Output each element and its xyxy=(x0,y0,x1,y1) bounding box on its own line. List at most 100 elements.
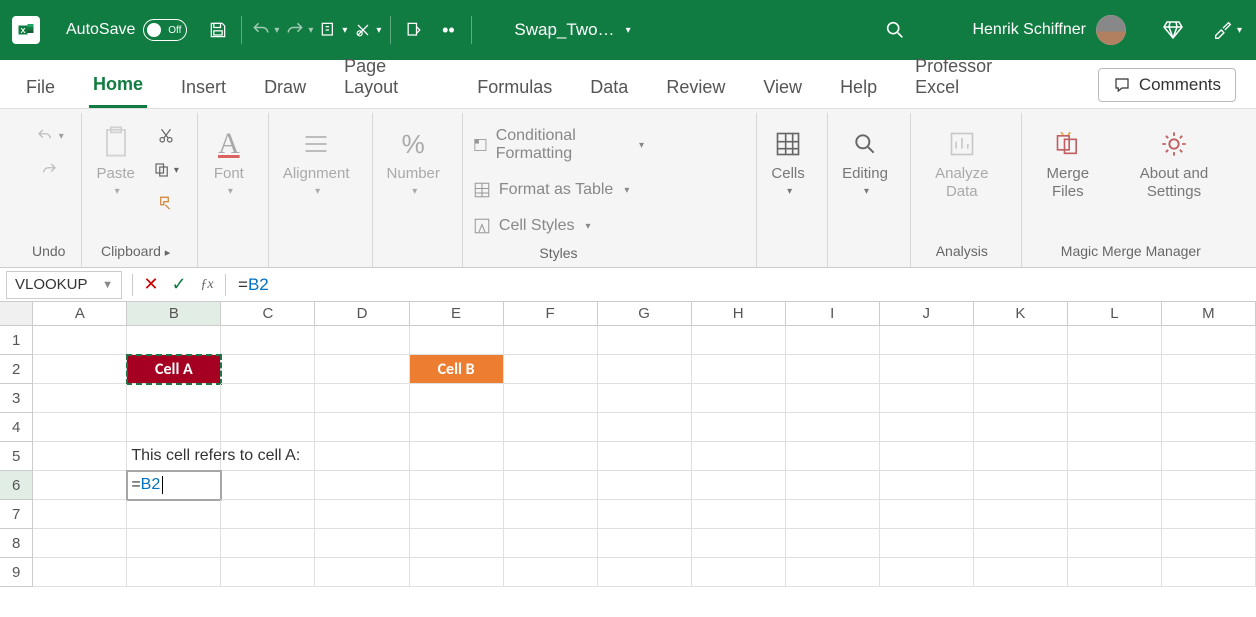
cell[interactable] xyxy=(1068,413,1162,442)
conditional-formatting-button[interactable]: Conditional Formatting▾ xyxy=(471,123,646,167)
cell[interactable] xyxy=(410,413,504,442)
cell[interactable] xyxy=(33,384,127,413)
cell[interactable] xyxy=(692,355,786,384)
autosave-toggle[interactable]: AutoSave Off xyxy=(66,19,187,41)
cell[interactable] xyxy=(1162,355,1256,384)
formula-input[interactable]: =B2 xyxy=(230,271,1256,299)
about-settings-button[interactable]: About and Settings xyxy=(1116,123,1232,205)
cell[interactable] xyxy=(786,413,880,442)
cells-button[interactable]: Cells ▾ xyxy=(765,123,811,201)
cell[interactable] xyxy=(880,326,974,355)
cell[interactable] xyxy=(880,558,974,587)
cell[interactable] xyxy=(410,529,504,558)
chevron-down-icon[interactable]: ▼ xyxy=(102,279,113,291)
cell[interactable] xyxy=(127,413,221,442)
col-header-g[interactable]: G xyxy=(598,302,692,326)
user-account[interactable]: Henrik Schiffner xyxy=(972,15,1126,45)
cell[interactable] xyxy=(880,500,974,529)
diamond-icon[interactable] xyxy=(1156,13,1190,47)
col-header-e[interactable]: E xyxy=(410,302,504,326)
cell[interactable] xyxy=(692,413,786,442)
comments-button[interactable]: Comments xyxy=(1098,68,1236,102)
cell[interactable] xyxy=(692,326,786,355)
cell[interactable] xyxy=(880,355,974,384)
cell[interactable] xyxy=(1162,529,1256,558)
cell[interactable] xyxy=(33,413,127,442)
cell[interactable] xyxy=(974,326,1068,355)
undo-ribbon-button[interactable]: ▾ xyxy=(34,123,64,149)
cell[interactable] xyxy=(598,355,692,384)
cell[interactable] xyxy=(315,442,409,471)
cell[interactable] xyxy=(33,558,127,587)
cell[interactable] xyxy=(598,326,692,355)
cell[interactable] xyxy=(410,500,504,529)
cell[interactable] xyxy=(504,442,598,471)
col-header-c[interactable]: C xyxy=(221,302,315,326)
cell[interactable] xyxy=(504,384,598,413)
cell[interactable] xyxy=(315,384,409,413)
tab-data[interactable]: Data xyxy=(586,67,632,108)
cell[interactable] xyxy=(221,442,315,471)
tab-page-layout[interactable]: Page Layout xyxy=(340,46,443,108)
redo-ribbon-button[interactable] xyxy=(34,157,64,183)
row-header-8[interactable]: 8 xyxy=(0,529,33,558)
cell[interactable] xyxy=(504,558,598,587)
qat-item-1[interactable]: ▾ xyxy=(316,13,350,47)
cell[interactable] xyxy=(33,529,127,558)
cell[interactable] xyxy=(692,471,786,500)
cell[interactable] xyxy=(880,384,974,413)
name-box[interactable]: VLOOKUP ▼ xyxy=(6,271,122,299)
tab-file[interactable]: File xyxy=(22,67,59,108)
cell[interactable] xyxy=(127,529,221,558)
cell[interactable] xyxy=(504,471,598,500)
cell-e2[interactable]: Cell B xyxy=(410,355,504,384)
cell[interactable] xyxy=(127,326,221,355)
row-header-6[interactable]: 6 xyxy=(0,471,33,500)
row-header-9[interactable]: 9 xyxy=(0,558,33,587)
row-header-5[interactable]: 5 xyxy=(0,442,33,471)
editing-button[interactable]: Editing ▾ xyxy=(836,123,894,201)
cell[interactable] xyxy=(786,442,880,471)
cell[interactable] xyxy=(221,529,315,558)
row-header-4[interactable]: 4 xyxy=(0,413,33,442)
cell[interactable] xyxy=(786,384,880,413)
cell[interactable] xyxy=(786,471,880,500)
cell[interactable] xyxy=(315,413,409,442)
cell[interactable] xyxy=(504,326,598,355)
cell[interactable] xyxy=(1068,558,1162,587)
cell[interactable] xyxy=(315,529,409,558)
select-all-corner[interactable] xyxy=(0,302,33,326)
document-title[interactable]: Swap_Two… ▾ xyxy=(514,20,630,40)
cell[interactable] xyxy=(974,384,1068,413)
row-header-7[interactable]: 7 xyxy=(0,500,33,529)
cell[interactable] xyxy=(221,326,315,355)
col-header-m[interactable]: M xyxy=(1162,302,1256,326)
alignment-button[interactable]: Alignment ▾ xyxy=(277,123,356,201)
cell[interactable] xyxy=(1068,355,1162,384)
tab-draw[interactable]: Draw xyxy=(260,67,310,108)
col-header-b[interactable]: B xyxy=(127,302,221,326)
cell[interactable] xyxy=(1068,384,1162,413)
cell[interactable] xyxy=(504,355,598,384)
cell[interactable] xyxy=(315,355,409,384)
cell[interactable] xyxy=(974,413,1068,442)
col-header-k[interactable]: K xyxy=(974,302,1068,326)
merge-files-button[interactable]: Merge Files xyxy=(1030,123,1106,205)
cell[interactable] xyxy=(974,558,1068,587)
tab-insert[interactable]: Insert xyxy=(177,67,230,108)
cell[interactable] xyxy=(410,326,504,355)
cell[interactable] xyxy=(598,442,692,471)
col-header-d[interactable]: D xyxy=(315,302,409,326)
cell-b5[interactable]: This cell refers to cell A: xyxy=(127,442,221,471)
cell[interactable] xyxy=(974,500,1068,529)
cell[interactable] xyxy=(315,471,409,500)
cell[interactable] xyxy=(504,529,598,558)
cell[interactable] xyxy=(221,558,315,587)
cell[interactable] xyxy=(221,500,315,529)
cell[interactable] xyxy=(974,442,1068,471)
cell[interactable] xyxy=(1068,500,1162,529)
col-header-l[interactable]: L xyxy=(1068,302,1162,326)
cell[interactable] xyxy=(692,442,786,471)
cell[interactable] xyxy=(33,500,127,529)
cell[interactable] xyxy=(410,384,504,413)
